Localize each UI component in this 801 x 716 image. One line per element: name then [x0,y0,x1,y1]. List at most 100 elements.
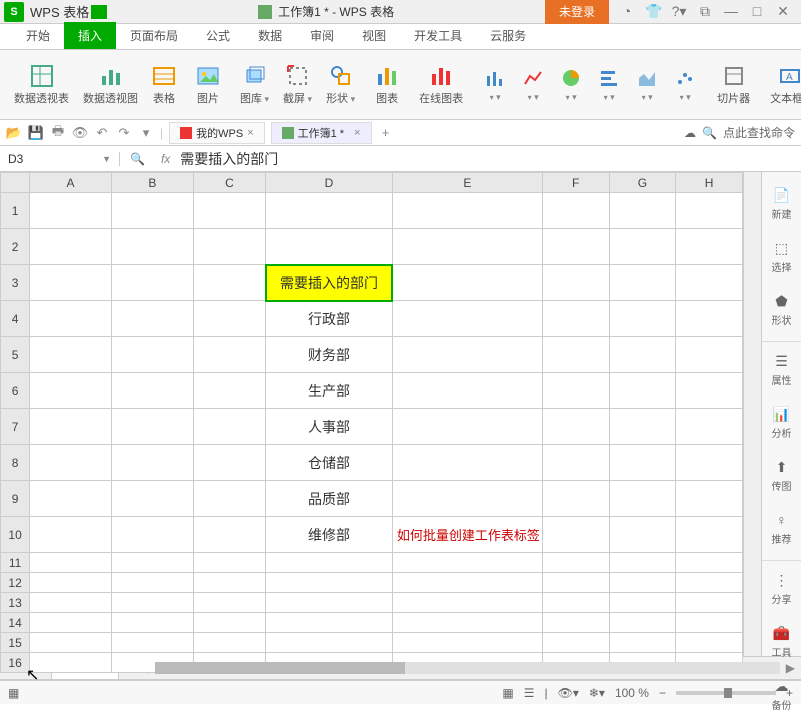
select-all-corner[interactable] [1,173,30,193]
cell-E10[interactable]: 如何批量创建工作表标签 [392,517,542,553]
ribbon-line-chart[interactable]: ▾ [515,64,551,105]
cell-A2[interactable] [30,229,112,265]
eye-icon[interactable]: 👁▾ [558,686,579,700]
formula-input[interactable]: 需要插入的部门 [176,147,801,171]
panel-new[interactable]: 📄新建 [762,182,801,225]
cell-E6[interactable] [392,373,542,409]
cell-D7[interactable]: 人事部 [266,409,393,445]
fx-label[interactable]: fx [155,152,176,166]
row-header-5[interactable]: 5 [1,337,30,373]
cell-F1[interactable] [542,193,609,229]
menu-tab-6[interactable]: 视图 [348,22,400,49]
ribbon-shapes[interactable]: 形状 [320,62,361,108]
cell-G3[interactable] [609,265,676,301]
app-dropdown-icon[interactable] [91,5,107,19]
cell-H6[interactable] [676,373,743,409]
row-header-8[interactable]: 8 [1,445,30,481]
tab-my-wps[interactable]: 我的WPS × [169,122,265,144]
cell-A5[interactable] [30,337,112,373]
menu-tab-8[interactable]: 云服务 [476,22,540,49]
cell-G10[interactable] [609,517,676,553]
cell-D8[interactable]: 仓储部 [266,445,393,481]
ribbon-bar-chart[interactable]: ▾ [591,64,627,105]
cell-E9[interactable] [392,481,542,517]
menu-tab-1[interactable]: 插入 [64,22,116,49]
row-header-12[interactable]: 12 [1,573,30,593]
cell-E1[interactable] [392,193,542,229]
row-header-11[interactable]: 11 [1,553,30,573]
cell-H11[interactable] [676,553,743,573]
cell-C10[interactable] [193,517,265,553]
cell-D15[interactable] [266,633,393,653]
cell-A1[interactable] [30,193,112,229]
cell-C12[interactable] [193,573,265,593]
ribbon-picture[interactable]: 图片 [190,62,226,108]
cell-B3[interactable] [111,265,193,301]
cell-D12[interactable] [266,573,393,593]
ribbon-textbox[interactable]: A文本框 [764,62,801,108]
cell-D10[interactable]: 维修部 [266,517,393,553]
panel-recommend[interactable]: ♀推荐 [762,507,801,550]
ribbon-slicer[interactable]: 切片器 [711,62,756,108]
zoom-in-icon[interactable]: + [786,686,793,700]
cell-F14[interactable] [542,613,609,633]
cell-E11[interactable] [392,553,542,573]
redo-icon[interactable]: ↷ [116,125,132,141]
ribbon-screenshot[interactable]: 截屏 [277,62,318,108]
view-normal-icon[interactable]: ▦ [502,686,513,700]
cell-C6[interactable] [193,373,265,409]
cell-E14[interactable] [392,613,542,633]
cell-E4[interactable] [392,301,542,337]
zoom-slider[interactable] [676,691,776,695]
cell-A16[interactable] [30,653,112,673]
cell-F5[interactable] [542,337,609,373]
print-icon[interactable]: 🖶 [50,125,66,141]
name-box[interactable]: D3 ▼ [0,152,120,166]
cell-A9[interactable] [30,481,112,517]
cell-A13[interactable] [30,593,112,613]
cell-D5[interactable]: 财务部 [266,337,393,373]
cell-C2[interactable] [193,229,265,265]
cell-F3[interactable] [542,265,609,301]
col-header-B[interactable]: B [111,173,193,193]
cell-D3[interactable]: 需要插入的部门 [266,265,393,301]
cell-G5[interactable] [609,337,676,373]
ribbon-pivot-chart[interactable]: 数据透视图 [77,62,144,108]
cloud-icon[interactable]: ☁ [684,126,696,140]
cell-G15[interactable] [609,633,676,653]
cell-A15[interactable] [30,633,112,653]
scroll-right-icon[interactable]: ▶ [786,661,795,675]
cell-E2[interactable] [392,229,542,265]
search-cell-icon[interactable]: 🔍 [130,152,145,166]
more-icon[interactable]: ▾ [138,125,154,141]
cell-G13[interactable] [609,593,676,613]
row-header-7[interactable]: 7 [1,409,30,445]
cell-E3[interactable] [392,265,542,301]
menu-tab-3[interactable]: 公式 [192,22,244,49]
login-button[interactable]: 未登录 [545,0,609,24]
cell-F12[interactable] [542,573,609,593]
cell-F15[interactable] [542,633,609,653]
close-icon[interactable]: × [354,127,360,139]
row-header-10[interactable]: 10 [1,517,30,553]
cell-C1[interactable] [193,193,265,229]
row-header-14[interactable]: 14 [1,613,30,633]
cell-H8[interactable] [676,445,743,481]
cell-B13[interactable] [111,593,193,613]
row-header-16[interactable]: 16 [1,653,30,673]
cell-A10[interactable] [30,517,112,553]
col-header-F[interactable]: F [542,173,609,193]
cell-A12[interactable] [30,573,112,593]
tab-workbook[interactable]: 工作簿1 * × [271,122,372,144]
row-header-2[interactable]: 2 [1,229,30,265]
cell-A7[interactable] [30,409,112,445]
cell-G11[interactable] [609,553,676,573]
ribbon-table[interactable]: 表格 [146,62,182,108]
cell-G12[interactable] [609,573,676,593]
cell-A14[interactable] [30,613,112,633]
cell-H2[interactable] [676,229,743,265]
panel-shape[interactable]: ⬟形状 [762,288,801,331]
ribbon-col-chart[interactable]: ▾ [477,64,513,105]
cell-A6[interactable] [30,373,112,409]
cell-B1[interactable] [111,193,193,229]
